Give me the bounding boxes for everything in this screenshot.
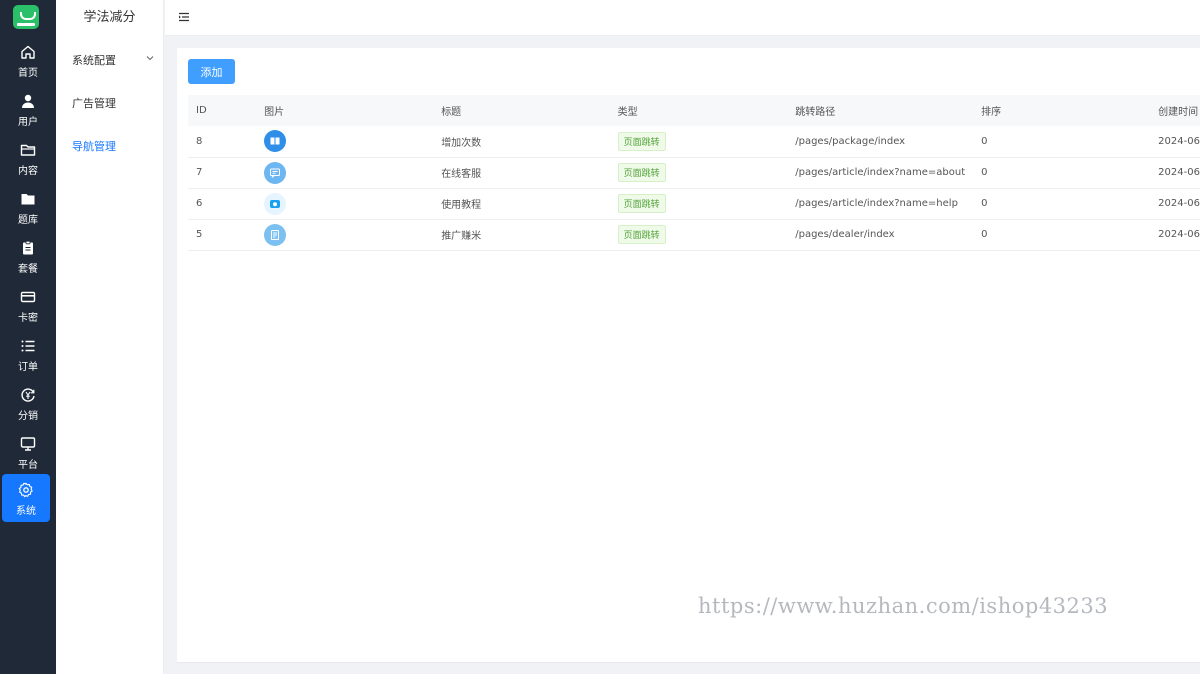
- table-row[interactable]: 5 推广赚米 页面跳转 /pages/dealer/index 0 2024-0…: [188, 219, 1200, 251]
- chevron-down-icon: [146, 56, 154, 61]
- app-logo: [13, 5, 39, 29]
- subnav-item-nav-management[interactable]: 导航管理: [72, 138, 152, 154]
- cell-created: 2024-06: [1150, 188, 1200, 220]
- cell-id: 7: [188, 157, 257, 189]
- rail-item-label: 套餐: [18, 264, 38, 275]
- cell-title: 使用教程: [433, 188, 610, 220]
- cell-sort: 0: [973, 188, 1151, 220]
- subnav-item-label: 广告管理: [72, 97, 116, 110]
- rail-item-label: 分销: [18, 411, 38, 422]
- watermark-text: https://www.huzhan.com/ishop43233: [698, 594, 1109, 618]
- top-bar: [165, 0, 1200, 36]
- rail-item-label: 用户: [18, 117, 38, 128]
- content-card: 添加 ID 图片 标题 类型 跳转路径 排序 创建时间 8 增加次数 页面跳转 …: [177, 48, 1200, 662]
- cell-created: 2024-06: [1150, 126, 1200, 158]
- subnav-item-label: 导航管理: [72, 140, 116, 153]
- cell-title: 推广赚米: [433, 219, 610, 251]
- type-tag: 页面跳转: [617, 194, 666, 213]
- nav-table: ID 图片 标题 类型 跳转路径 排序 创建时间 8 增加次数 页面跳转 /pa…: [188, 95, 1200, 251]
- column-header-path: 跳转路径: [787, 95, 974, 126]
- cell-sort: 0: [973, 219, 1151, 251]
- subnav-item-system-config[interactable]: 系统配置: [72, 52, 154, 68]
- rail-item-label: 内容: [18, 166, 38, 177]
- add-button[interactable]: 添加: [188, 59, 235, 84]
- table-header-row: ID 图片 标题 类型 跳转路径 排序 创建时间: [188, 95, 1200, 126]
- main-nav-rail: 首页 用户 内容 题库 套餐 卡密 订单 分销 平台 系统: [0, 0, 56, 674]
- type-tag: 页面跳转: [617, 225, 666, 244]
- rail-item-package[interactable]: 套餐: [0, 234, 56, 282]
- subnav-item-label: 系统配置: [72, 54, 116, 67]
- cell-path: /pages/article/index?name=about: [787, 157, 974, 189]
- column-header-sort: 排序: [973, 95, 1151, 126]
- column-header-title: 标题: [433, 95, 610, 126]
- rail-item-distribution[interactable]: 分销: [0, 381, 56, 429]
- type-tag: 页面跳转: [617, 163, 666, 182]
- cell-path: /pages/article/index?name=help: [787, 188, 974, 220]
- table-row[interactable]: 7 在线客服 页面跳转 /pages/article/index?name=ab…: [188, 157, 1200, 189]
- column-header-image: 图片: [256, 95, 434, 126]
- card-icon: [0, 289, 56, 309]
- type-tag: 页面跳转: [617, 131, 666, 151]
- rail-item-orders[interactable]: 订单: [0, 332, 56, 380]
- yen-circle-icon: [0, 387, 56, 407]
- rail-item-users[interactable]: 用户: [0, 87, 56, 135]
- folder-open-icon: [0, 142, 56, 162]
- table-row[interactable]: 6 使用教程 页面跳转 /pages/article/index?name=he…: [188, 188, 1200, 220]
- cell-id: 5: [188, 219, 257, 251]
- cell-sort: 0: [973, 157, 1151, 189]
- table-row[interactable]: 8 增加次数 页面跳转 /pages/package/index 0 2024-…: [188, 126, 1200, 158]
- column-header-type: 类型: [609, 95, 788, 126]
- cell-path: /pages/dealer/index: [787, 219, 974, 251]
- rail-item-system[interactable]: 系统: [2, 474, 50, 522]
- monitor-icon: [0, 436, 56, 456]
- home-icon: [0, 44, 56, 64]
- rail-item-content[interactable]: 内容: [0, 136, 56, 184]
- book-icon: [264, 130, 287, 153]
- chat-window-icon: [264, 161, 287, 184]
- rail-item-card-key[interactable]: 卡密: [0, 283, 56, 331]
- rail-item-platform[interactable]: 平台: [0, 430, 56, 478]
- subnav-item-ad-management[interactable]: 广告管理: [72, 95, 152, 111]
- menu-toggle-icon[interactable]: [178, 11, 190, 23]
- rail-item-label: 卡密: [18, 313, 38, 324]
- cell-title: 在线客服: [433, 157, 610, 189]
- cell-created: 2024-06: [1150, 157, 1200, 189]
- cell-sort: 0: [973, 126, 1151, 158]
- folder-icon: [0, 191, 56, 211]
- column-header-created: 创建时间: [1150, 95, 1200, 126]
- secondary-sidebar: 学法减分 系统配置 广告管理 导航管理: [56, 0, 164, 674]
- rail-item-home[interactable]: 首页: [0, 38, 56, 86]
- card-bottom-border: [177, 662, 1200, 663]
- rail-item-label: 系统: [16, 506, 36, 517]
- rail-item-label: 平台: [18, 460, 38, 471]
- camera-icon: [264, 192, 287, 215]
- cell-title: 增加次数: [433, 126, 610, 158]
- cell-created: 2024-06: [1150, 219, 1200, 251]
- list-icon: [0, 338, 56, 358]
- cell-path: /pages/package/index: [787, 126, 974, 158]
- document-icon: [264, 223, 287, 246]
- column-header-id: ID: [188, 95, 257, 126]
- rail-item-label: 首页: [18, 68, 38, 79]
- app-brand-title: 学法减分: [83, 10, 136, 25]
- clipboard-icon: [0, 240, 56, 260]
- rail-item-label: 订单: [18, 362, 38, 373]
- rail-item-label: 题库: [18, 215, 38, 226]
- gear-icon: [2, 482, 50, 502]
- cell-id: 8: [188, 126, 257, 158]
- rail-item-question-bank[interactable]: 题库: [0, 185, 56, 233]
- user-icon: [0, 93, 56, 113]
- cell-id: 6: [188, 188, 257, 220]
